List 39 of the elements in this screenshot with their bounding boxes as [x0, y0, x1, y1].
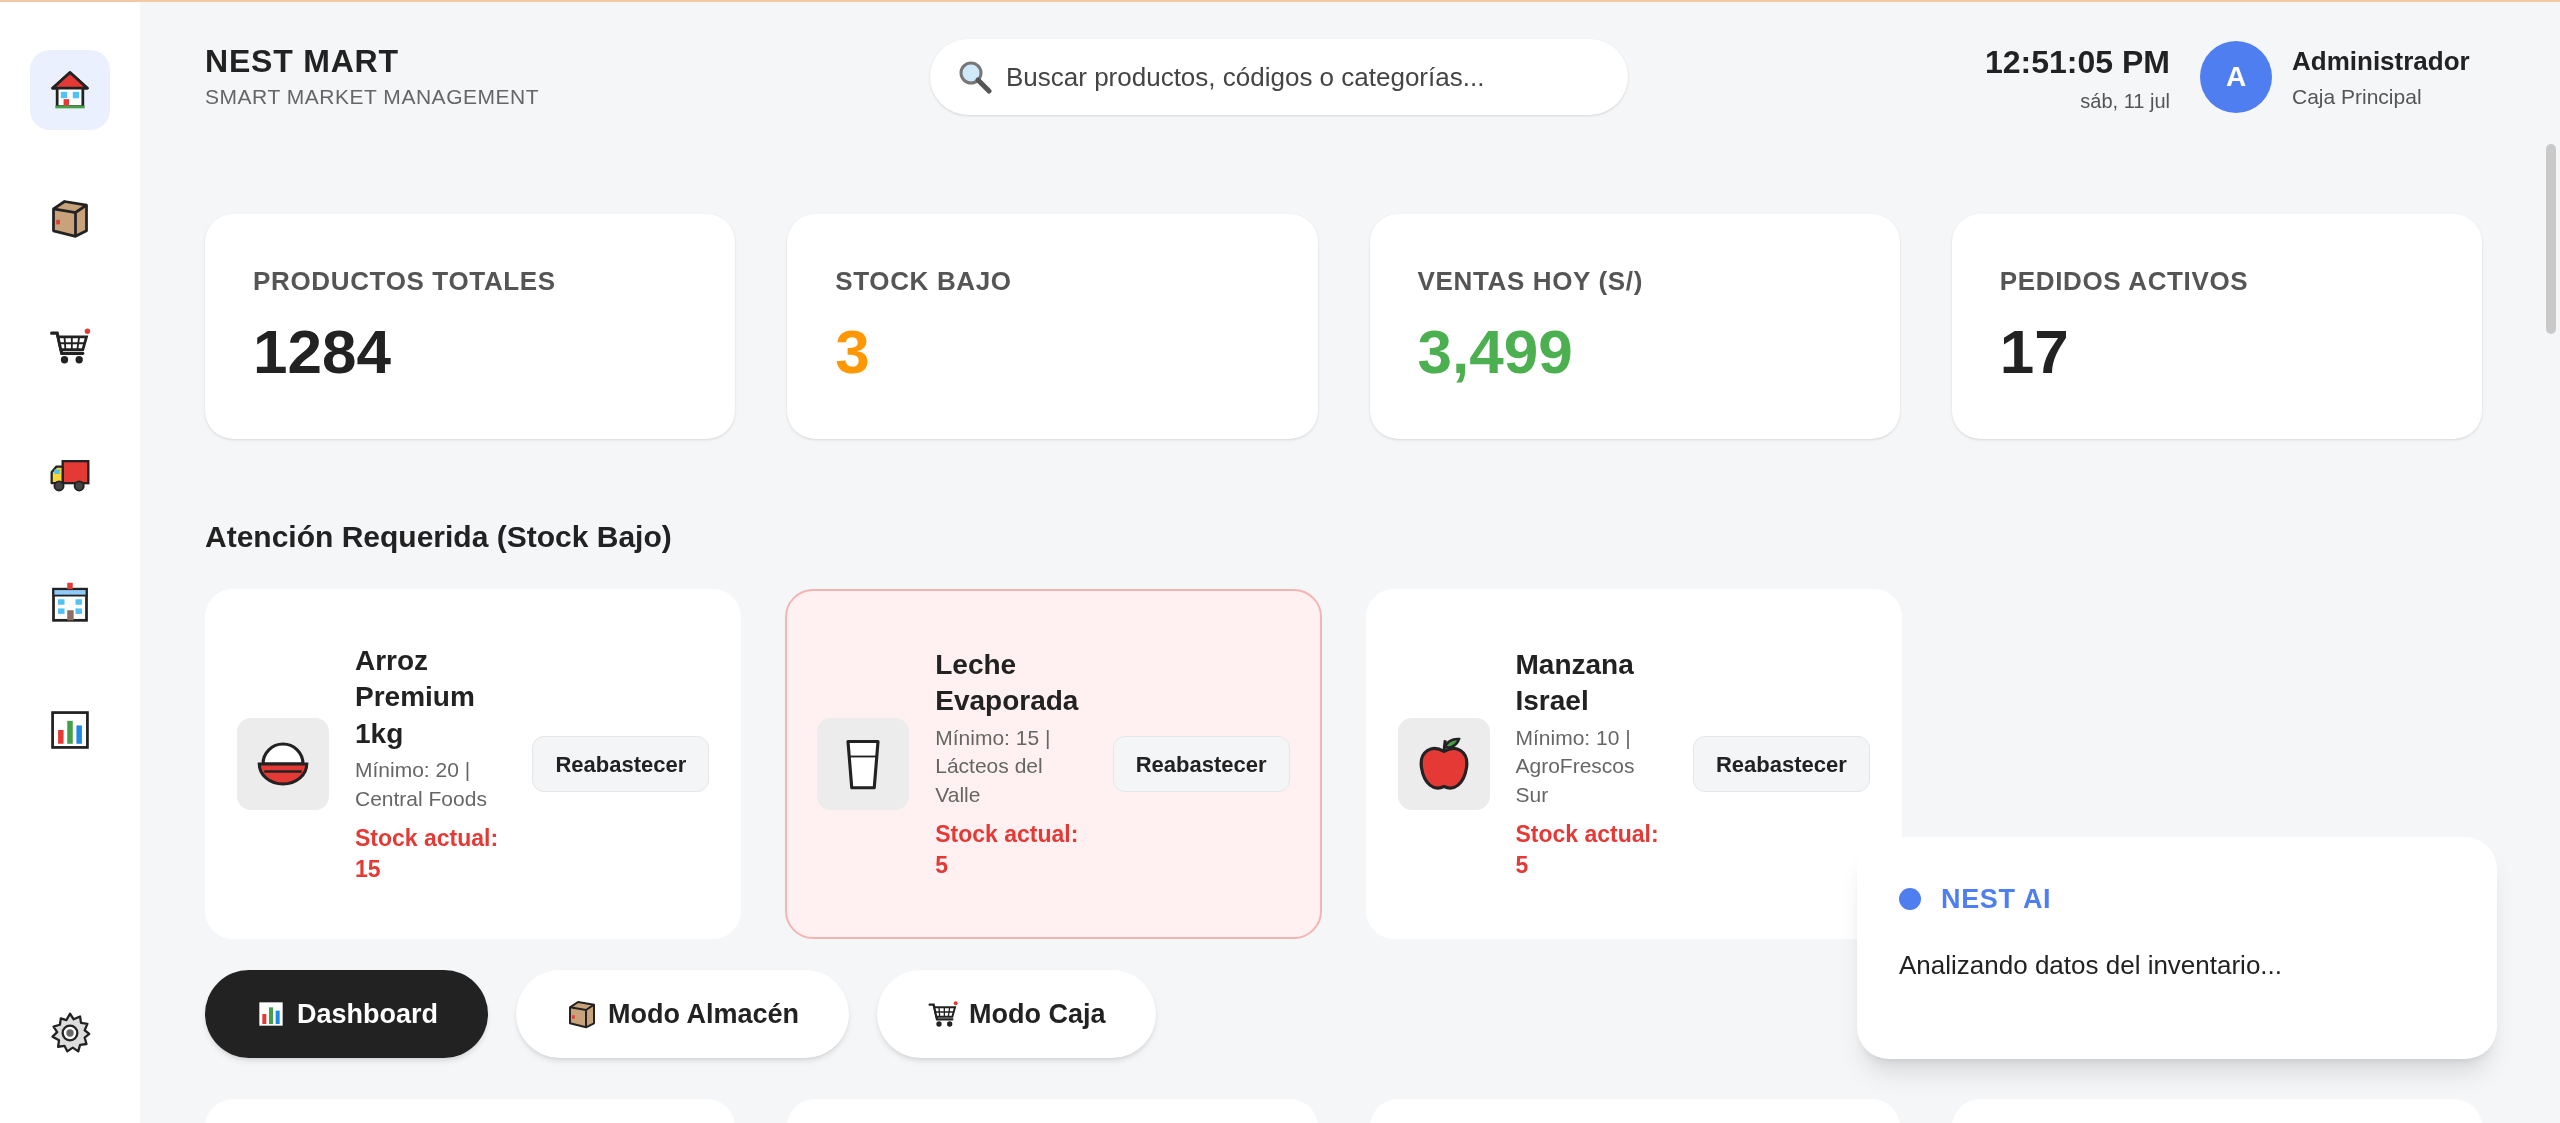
product-detail: Mínimo: 10 | AgroFrescos Sur: [1515, 724, 1636, 808]
user-role: Caja Principal: [2292, 83, 2423, 110]
cart-icon: [927, 998, 960, 1030]
product-detail: Mínimo: 15 | Lácteos del Valle: [935, 724, 1052, 808]
product-name: Manzana Israel: [1515, 648, 1635, 719]
clock-time: 12:51:05 PM: [1985, 43, 2170, 82]
search-icon: [958, 60, 992, 94]
stat-value: 3,499: [1417, 316, 1574, 388]
product-name: Arroz Premium 1kg: [355, 644, 476, 751]
stat-label: PRODUCTOS TOTALES: [253, 265, 557, 298]
product-detail: Mínimo: 20 | Central Foods: [355, 757, 488, 812]
stat-value: 17: [1999, 316, 2070, 388]
bar-chart-icon: [48, 708, 92, 752]
mode-tab[interactable]: Dashboard: [205, 970, 489, 1058]
restock-button[interactable]: Reabastecer: [532, 736, 710, 792]
restock-button[interactable]: Reabastecer: [1112, 736, 1290, 792]
sidebar-item[interactable]: [30, 50, 110, 130]
brand-title: NEST MART: [205, 42, 400, 82]
assistant-message: Analizando datos del inventario...: [1899, 948, 2284, 982]
stock-level: Stock actual: 5: [1515, 819, 1660, 880]
user-avatar: A: [2200, 41, 2272, 113]
user-name: Administrador: [2292, 44, 2471, 78]
stat-label: VENTAS HOY (S/): [1417, 265, 1644, 298]
stat-value: 1284: [253, 316, 392, 388]
mode-tab[interactable]: Modo Almacén: [516, 970, 850, 1058]
section-title: Atención Requerida (Stock Bajo): [205, 519, 673, 555]
settings-icon: [48, 1011, 92, 1055]
product-name: Leche Evaporada: [935, 648, 1080, 719]
stat-label: STOCK BAJO: [835, 265, 1013, 298]
stat-label: PEDIDOS ACTIVOS: [1999, 265, 2250, 298]
search-field[interactable]: Buscar productos, códigos o categorías...: [930, 39, 1628, 115]
mode-tab[interactable]: Modo Caja: [877, 970, 1156, 1058]
clock-date: sáb, 11 jul: [2080, 89, 2170, 114]
assistant-title: NEST AI: [1941, 883, 2052, 916]
restock-button[interactable]: Reabastecer: [1692, 736, 1870, 792]
stock-level: Stock actual: 5: [935, 819, 1080, 880]
stat-value: 3: [835, 316, 871, 388]
stock-level: Stock actual: 15: [355, 823, 500, 884]
brand-tagline: SMART MARKET MANAGEMENT: [205, 84, 541, 111]
